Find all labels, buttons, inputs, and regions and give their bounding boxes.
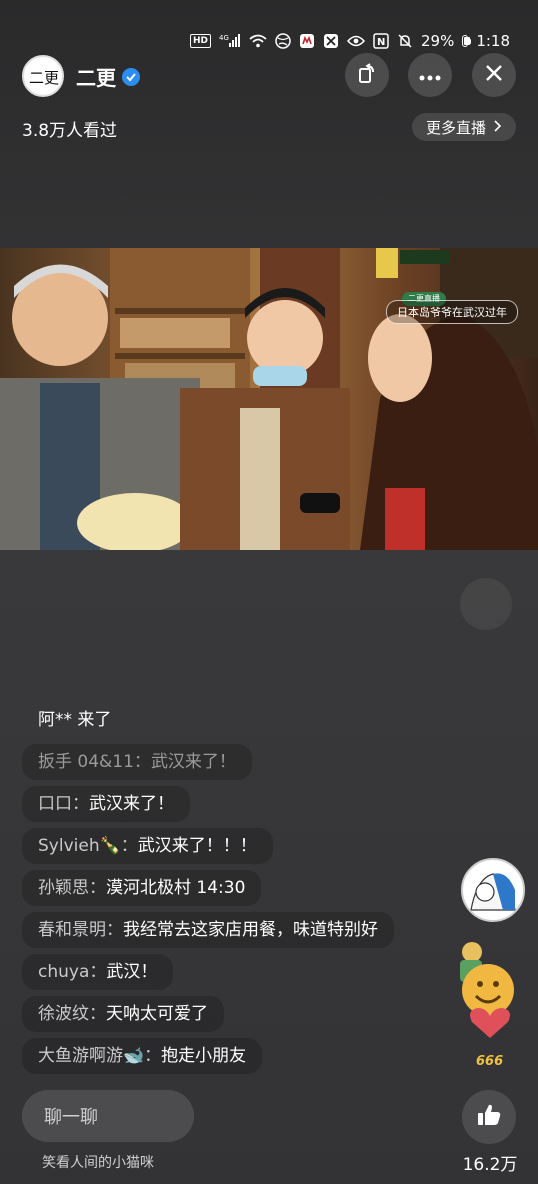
comment-text: 武汉来了！！！ [137,836,257,856]
more-options-button[interactable] [408,53,452,97]
comment-text: 武汉！ [106,962,158,982]
gift-animation[interactable]: 666 [458,940,522,1080]
host-name-text: 二更 [76,66,116,90]
comment-text: 武汉来了！ [89,794,174,814]
mute-bell-icon [397,33,413,49]
globe-icon [275,33,291,49]
rotate-screen-button[interactable] [345,53,389,97]
featured-avatar[interactable] [461,858,525,922]
enter-notice: 阿** 来了 [22,702,127,738]
comment-item[interactable]: 徐波纹：天呐太可爱了 [22,996,224,1032]
chat-input[interactable]: 聊一聊 [22,1090,194,1142]
comment-user: 大鱼游啊游🐋： [38,1046,162,1066]
chat-placeholder: 聊一聊 [44,1107,98,1128]
comment-user: Sylvieh🍾： [38,836,138,856]
more-live-label: 更多直播 [425,118,486,137]
comment-text: 我经常去这家店用餐，味道特别好 [123,920,378,940]
eye-icon [347,35,366,47]
clock: 1:18 [476,32,510,50]
signal-icon: 4G [219,34,241,48]
comment-user: 春和景明： [38,920,123,940]
video-caption: 日本岛爷爷在武汉过年 [386,300,518,324]
comment-text: 天呐太可爱了 [106,1004,208,1024]
hd-icon: HD [190,34,212,48]
cameraman-name: 笑看人间的小猫咪 [42,1155,154,1171]
close-icon [485,64,503,86]
chevron-right-icon [494,118,502,136]
nfc-icon: N [373,33,389,49]
comment-item[interactable]: 春和景明：我经常去这家店用餐，味道特别好 [22,912,394,948]
status-bar: HD 4G N 29% 1:18 [190,28,510,54]
svg-text:二更: 二更 [29,69,59,87]
battery-percent: 29% [421,32,455,50]
rotate-icon [356,62,378,88]
guest-avatar[interactable] [460,578,512,630]
thumbs-up-icon [476,1102,502,1132]
close-button[interactable] [472,53,516,97]
live-video[interactable]: 二更直播 日本岛爷爷在武汉过年 [0,248,538,550]
comment-item[interactable]: chuya：武汉！ [22,954,174,990]
comment-item[interactable]: 孙颖思：漠河北极村 14:30 [22,870,262,906]
svg-text:N: N [377,37,385,48]
comment-text: 漠河北极村 14:30 [106,878,246,898]
app-notify-icon [299,33,315,49]
gift-666-badge: 666 [476,1054,504,1069]
comment-list: 阿** 来了 扳手 04&11：武汉来了！ 口口：武汉来了！ Sylvieh🍾：… [22,702,422,1080]
comment-item[interactable]: 口口：武汉来了！ [22,786,190,822]
wifi-icon [249,34,267,48]
comment-user: chuya： [38,962,107,982]
battery-icon [462,35,472,47]
svg-text:4G: 4G [219,34,229,42]
like-count: 16.2万 [462,1155,518,1175]
viewer-count: 3.8万人看过 [22,121,118,141]
comment-text: 武汉来了！ [150,752,236,772]
scissors-icon [323,33,339,49]
like-button[interactable] [462,1090,516,1144]
video-frame [0,248,538,550]
comment-item[interactable]: Sylvieh🍾：武汉来了！！！ [22,828,273,864]
host-avatar[interactable]: 二更 [22,55,64,97]
more-icon [419,66,441,85]
comment-user: 扳手 04&11： [38,752,151,772]
battery-fill [464,37,471,45]
comment-text: 抱走小朋友 [161,1046,247,1066]
comment-item[interactable]: 扳手 04&11：武汉来了！ [22,744,252,780]
comment-user: 孙颖思： [38,878,106,898]
verified-icon [122,67,140,86]
more-live-button[interactable]: 更多直播 [411,113,516,141]
comment-user: 徐波纹： [38,1004,106,1024]
host-name[interactable]: 二更 [76,62,140,91]
comment-item[interactable]: 大鱼游啊游🐋：抱走小朋友 [22,1038,263,1074]
comment-user: 口口： [38,794,89,814]
enter-notice-text: 阿** 来了 [38,710,112,730]
